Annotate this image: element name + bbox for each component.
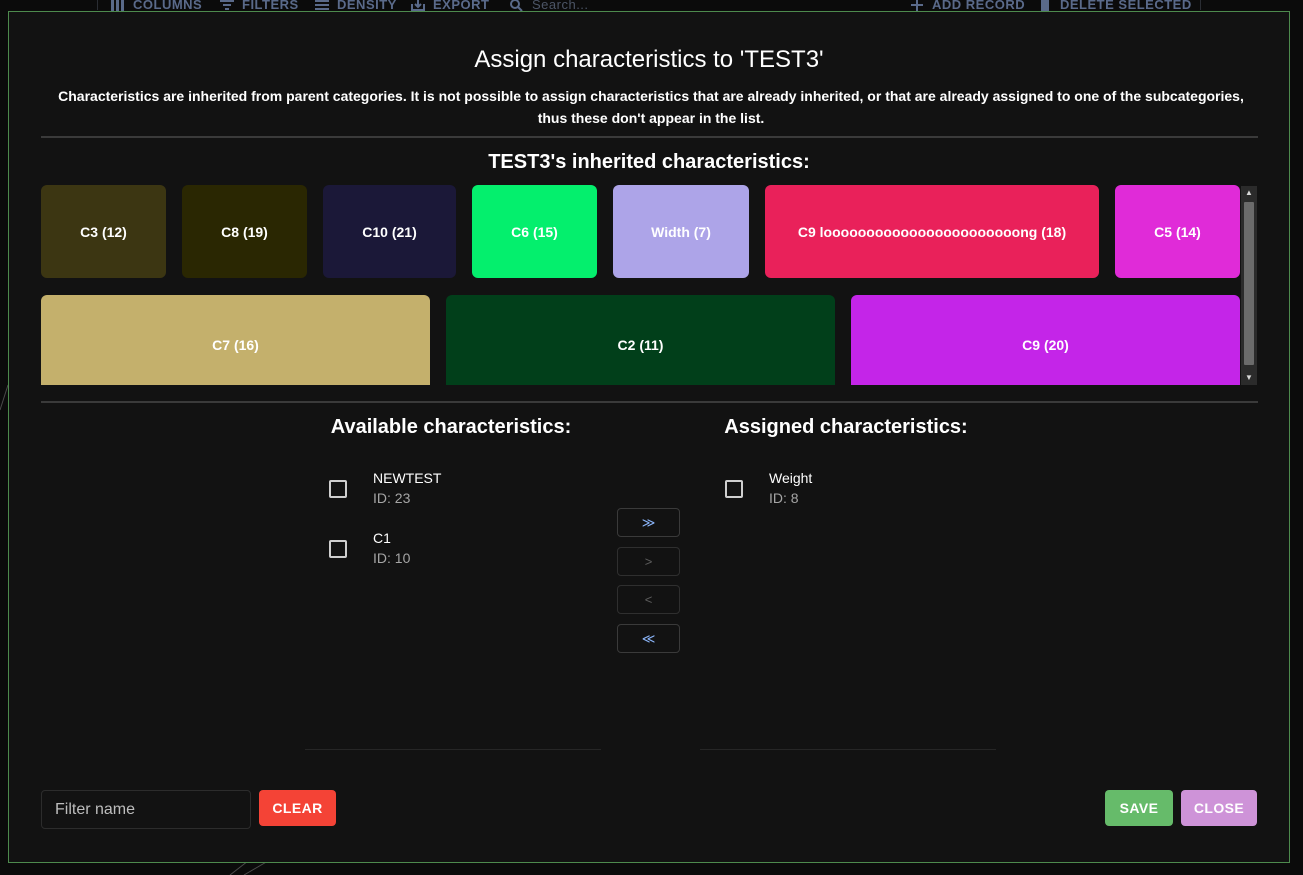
inherited-chip: C3 (12) (41, 185, 166, 278)
export-icon (411, 0, 425, 11)
item-id: ID: 10 (373, 550, 411, 566)
chip-label: C9 looooooooooooooooooooooong (18) (797, 223, 1067, 240)
list-item-weight[interactable]: Weight ID: 8 (705, 464, 985, 514)
close-button[interactable]: CLOSE (1181, 790, 1257, 826)
available-list-border (305, 749, 601, 750)
inherited-chip: C6 (15) (472, 185, 597, 278)
inherited-chip: Width (7) (613, 185, 749, 278)
clear-button[interactable]: CLEAR (259, 790, 336, 826)
inherited-chip: C5 (14) (1115, 185, 1240, 278)
background-data-grid-toolbar: COLUMNS FILTERS DENSITY EXPORT Search...… (97, 0, 1201, 12)
list-item-c1[interactable]: C1 ID: 10 (309, 524, 589, 574)
item-name: NEWTEST (373, 470, 442, 486)
divider (41, 401, 1258, 403)
inherited-chips-container[interactable]: C3 (12) C8 (19) C10 (21) C6 (15) Width (… (41, 185, 1241, 385)
item-name: Weight (769, 470, 813, 486)
chips-scrollbar[interactable]: ▲ ▼ (1241, 186, 1257, 385)
move-all-right-button[interactable]: ≫ (617, 508, 680, 537)
chip-label: C6 (15) (511, 223, 558, 240)
move-selected-right-button[interactable]: > (617, 547, 680, 576)
assign-characteristics-dialog: Assign characteristics to 'TEST3' Charac… (8, 11, 1290, 863)
density-icon (315, 0, 329, 10)
assigned-list-border (700, 749, 996, 750)
item-id: ID: 8 (769, 490, 799, 506)
search-icon (510, 0, 523, 11)
trash-icon (1041, 0, 1049, 11)
filter-name-input[interactable] (41, 790, 251, 829)
inherited-title: TEST3's inherited characteristics: (488, 151, 810, 173)
item-id: ID: 23 (373, 490, 411, 506)
scrollbar-thumb[interactable] (1244, 202, 1254, 365)
checkbox[interactable] (329, 480, 347, 498)
checkbox[interactable] (329, 540, 347, 558)
chip-label: C8 (19) (221, 223, 268, 240)
checkbox[interactable] (725, 480, 743, 498)
move-all-left-button[interactable]: ≪ (617, 624, 680, 653)
divider (41, 136, 1258, 138)
columns-icon (111, 0, 124, 11)
inherited-chip: C7 (16) (41, 295, 430, 385)
chip-label: C2 (11) (617, 337, 664, 353)
inherited-chip: C2 (11) (446, 295, 835, 385)
available-title: Available characteristics: (330, 416, 572, 438)
chip-label: C9 (20) (1022, 337, 1069, 353)
inherited-chip: C9 looooooooooooooooooooooong (18) (765, 185, 1099, 278)
item-name: C1 (373, 530, 391, 546)
filter-icon (220, 0, 234, 10)
inherited-chip: C10 (21) (323, 185, 456, 278)
chip-label: C5 (14) (1154, 223, 1201, 240)
scroll-up-arrow-icon[interactable]: ▲ (1241, 186, 1257, 200)
plus-icon (911, 0, 923, 11)
chip-label: C3 (12) (80, 223, 127, 240)
chip-label: Width (7) (651, 223, 711, 240)
chip-label: C10 (21) (362, 223, 417, 240)
inherited-chip: C8 (19) (182, 185, 307, 278)
move-selected-left-button[interactable]: < (617, 585, 680, 614)
save-button[interactable]: SAVE (1105, 790, 1173, 826)
dialog-title: Assign characteristics to 'TEST3' (474, 46, 824, 73)
chip-label: C7 (16) (212, 337, 259, 353)
list-item-newtest[interactable]: NEWTEST ID: 23 (309, 464, 589, 514)
scroll-down-arrow-icon[interactable]: ▼ (1241, 371, 1257, 385)
dialog-subtitle: Characteristics are inherited from paren… (58, 88, 1244, 126)
assigned-title: Assigned characteristics: (724, 416, 968, 438)
inherited-chip: C9 (20) (851, 295, 1240, 385)
